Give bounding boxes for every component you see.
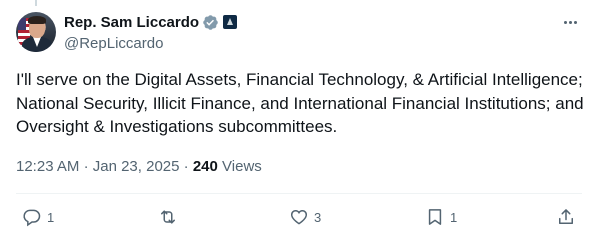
bookmark-icon bbox=[428, 209, 442, 225]
tweet-date[interactable]: Jan 23, 2025 bbox=[93, 158, 180, 175]
more-dot bbox=[563, 20, 567, 24]
divider bbox=[16, 193, 582, 194]
views-count[interactable]: 240 bbox=[193, 158, 218, 175]
more-dot bbox=[568, 20, 572, 24]
reply-count: 1 bbox=[47, 209, 55, 225]
bookmark-button[interactable]: 1 bbox=[425, 205, 457, 229]
meta-separator: · bbox=[83, 158, 89, 175]
meta-separator: · bbox=[183, 158, 189, 175]
tweet-header: Rep. Sam Liccardo @RepLiccardo bbox=[16, 12, 582, 54]
government-badge-icon[interactable] bbox=[223, 15, 238, 29]
like-button[interactable]: 3 bbox=[289, 205, 321, 229]
views-label: Views bbox=[222, 158, 262, 175]
share-button[interactable] bbox=[556, 205, 576, 229]
more-options-icon[interactable] bbox=[560, 12, 580, 32]
thread-connector-line bbox=[35, 0, 37, 6]
name-row: Rep. Sam Liccardo bbox=[64, 12, 238, 32]
verified-badge-icon[interactable] bbox=[202, 14, 219, 31]
tweet-time[interactable]: 12:23 AM bbox=[16, 158, 79, 175]
tweet-text: I'll serve on the Digital Assets, Financ… bbox=[16, 70, 584, 136]
like-count: 3 bbox=[314, 209, 322, 225]
author-info: Rep. Sam Liccardo @RepLiccardo bbox=[64, 12, 238, 54]
author-handle[interactable]: @RepLiccardo bbox=[64, 34, 237, 54]
more-dot bbox=[573, 20, 577, 24]
action-bar: 1 3 1 bbox=[16, 205, 582, 229]
tweet-meta: 12:23 AM · Jan 23, 2025 · 240 Views bbox=[16, 157, 262, 177]
reply-icon bbox=[23, 209, 41, 227]
share-icon bbox=[559, 209, 573, 224]
retweet-button[interactable] bbox=[158, 205, 183, 229]
display-name[interactable]: Rep. Sam Liccardo bbox=[64, 14, 199, 31]
retweet-icon bbox=[161, 210, 175, 224]
avatar-hair bbox=[28, 16, 46, 24]
bookmark-count: 1 bbox=[450, 209, 458, 225]
reply-button[interactable]: 1 bbox=[22, 205, 54, 229]
heart-icon bbox=[290, 209, 308, 225]
avatar[interactable] bbox=[16, 12, 56, 52]
